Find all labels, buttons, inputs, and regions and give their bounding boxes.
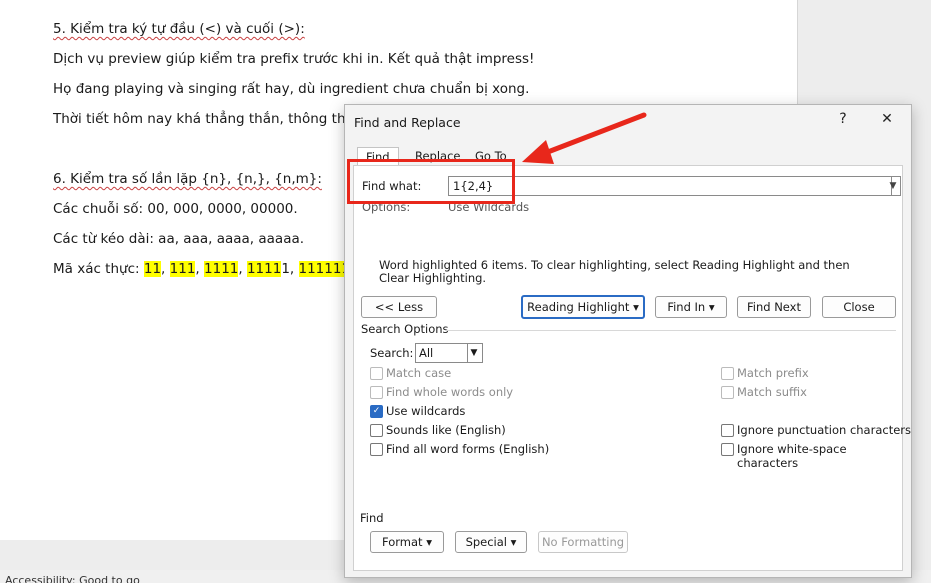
whole-words-checkbox[interactable] — [370, 386, 383, 399]
sounds-like-label: Sounds like (English) — [386, 423, 506, 437]
word-forms-checkbox[interactable] — [370, 443, 383, 456]
doc-line: Thời tiết hôm nay khá thẳng thắn, thông … — [53, 111, 383, 127]
search-options-label: Search Options — [361, 322, 449, 336]
match-suffix-label: Match suffix — [737, 385, 807, 399]
close-icon[interactable]: ✕ — [875, 111, 899, 127]
chevron-down-icon[interactable]: ▼ — [466, 343, 483, 363]
search-direction-select[interactable]: All — [415, 343, 468, 363]
annotation-box — [347, 159, 515, 204]
doc-text: Mã xác thực: — [53, 261, 144, 277]
highlight-match: 111111 — [298, 261, 351, 277]
match-case-checkbox[interactable] — [370, 367, 383, 380]
find-in-button[interactable]: Find In ▾ — [655, 296, 727, 318]
ignore-whitespace-label: Ignore white-space characters — [737, 442, 847, 470]
whole-words-label: Find whole words only — [386, 385, 514, 399]
ignore-whitespace-checkbox[interactable] — [721, 443, 734, 456]
close-button[interactable]: Close — [822, 296, 896, 318]
help-button[interactable]: ? — [831, 111, 855, 127]
highlight-match: 111 — [169, 261, 196, 277]
status-message: Word highlighted 6 items. To clear highl… — [379, 258, 850, 285]
ignore-punctuation-label: Ignore punctuation characters — [737, 423, 912, 437]
word-forms-label: Find all word forms (English) — [386, 442, 550, 456]
doc-line-heading-5: 5. Kiểm tra ký tự đầu (<) và cuối (>): — [53, 21, 305, 37]
highlight-match: 1111 — [204, 261, 239, 277]
special-button[interactable]: Special ▾ — [455, 531, 527, 553]
chevron-down-icon[interactable]: ▼ — [886, 176, 901, 196]
no-formatting-button[interactable]: No Formatting — [538, 531, 628, 553]
match-case-label: Match case — [386, 366, 452, 380]
match-suffix-checkbox[interactable] — [721, 386, 734, 399]
doc-line: Họ đang playing và singing rất hay, dù i… — [53, 81, 530, 97]
doc-line: Các chuỗi số: 00, 000, 0000, 00000. — [53, 201, 298, 217]
format-button[interactable]: Format ▾ — [370, 531, 444, 553]
doc-text: , — [195, 261, 205, 277]
ignore-punctuation-checkbox[interactable] — [721, 424, 734, 437]
doc-line: Dịch vụ preview giúp kiểm tra prefix trư… — [53, 51, 535, 67]
highlight-match: 1111 — [246, 261, 282, 277]
sounds-like-checkbox[interactable] — [370, 424, 383, 437]
doc-line: Các từ kéo dài: aa, aaa, aaaa, aaaaa. — [53, 231, 305, 247]
doc-text: , — [238, 261, 247, 277]
doc-line-heading-6: 6. Kiểm tra số lần lặp {n}, {n,}, {n,m}: — [53, 171, 322, 187]
match-prefix-label: Match prefix — [737, 366, 809, 380]
doc-text: 1, — [281, 261, 299, 277]
doc-text: , — [161, 261, 170, 277]
search-label: Search: — [370, 346, 414, 360]
less-button[interactable]: << Less — [361, 296, 437, 318]
dialog-title: Find and Replace — [354, 115, 461, 130]
find-section-label: Find — [360, 511, 384, 525]
find-next-button[interactable]: Find Next — [737, 296, 811, 318]
doc-line-highlighted: Mã xác thực: 11, 111, 1111, 11111, 11111… — [53, 260, 354, 278]
highlight-match: 11 — [143, 261, 162, 277]
match-prefix-checkbox[interactable] — [721, 367, 734, 380]
use-wildcards-checkbox[interactable]: ✓ — [370, 405, 383, 418]
reading-highlight-button[interactable]: Reading Highlight ▾ — [521, 295, 645, 319]
use-wildcards-label: Use wildcards — [386, 404, 466, 418]
divider — [446, 330, 896, 331]
